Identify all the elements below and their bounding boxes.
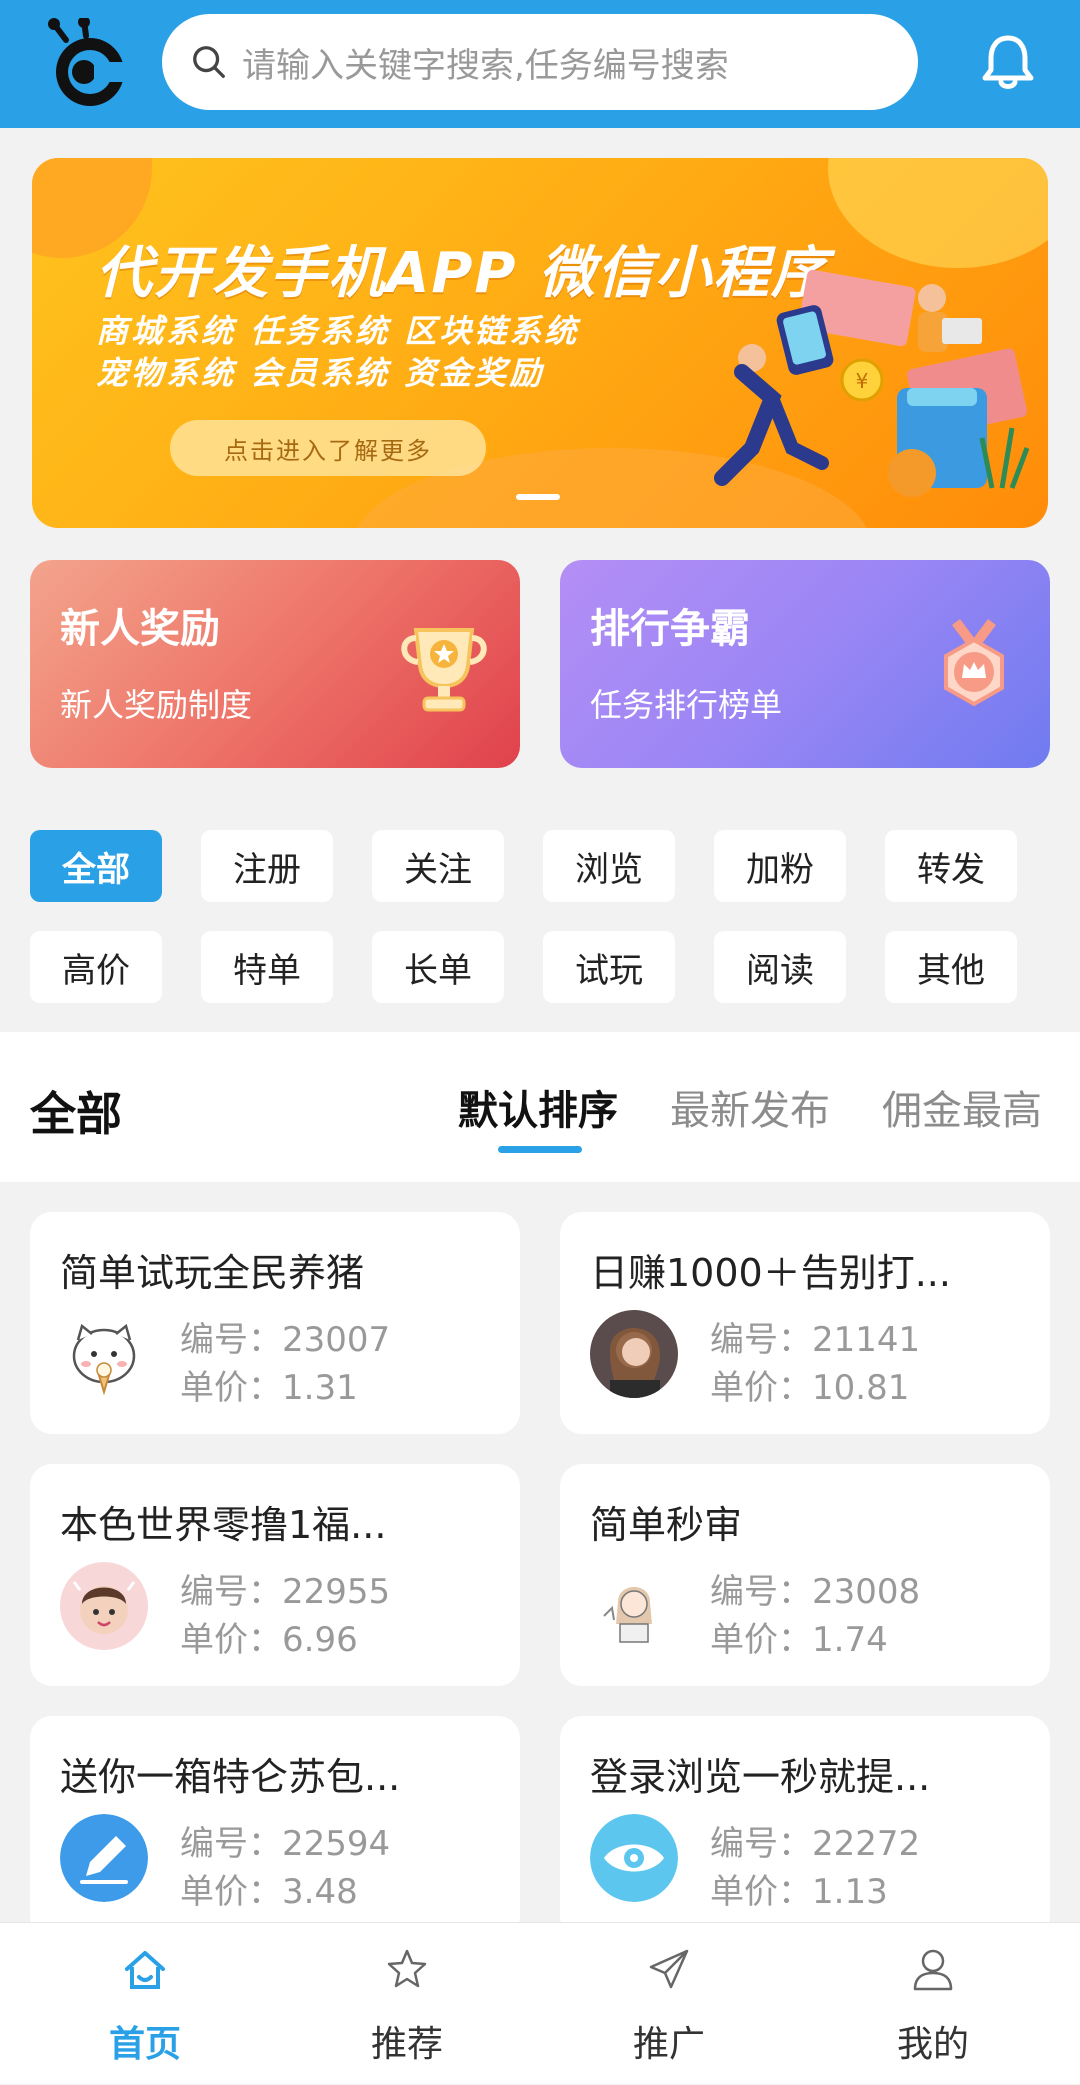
task-id: 编号：23007 xyxy=(180,1320,391,1360)
sort-bar: 全部 默认排序 最新发布 佣金最高 xyxy=(0,1032,1080,1182)
banner-line-2: 宠物系统 会员系统 资金奖励 xyxy=(96,354,545,392)
bottom-nav: 首页 推荐 推广 我的 xyxy=(0,1922,1080,2084)
cat-avatar xyxy=(60,1310,148,1398)
category-chip[interactable]: 全部 xyxy=(30,830,162,902)
category-chip[interactable]: 长单 xyxy=(372,931,504,1003)
banner-line-1: 商城系统 任务系统 区块链系统 xyxy=(96,312,580,350)
category-chip[interactable]: 阅读 xyxy=(714,931,846,1003)
pencil-avatar xyxy=(60,1814,148,1902)
carousel-indicator[interactable] xyxy=(516,494,560,500)
banner-cta-button[interactable]: 点击进入了解更多 xyxy=(170,420,486,476)
promo-title: 新人奖励 xyxy=(60,606,220,652)
task-price: 单价：1.74 xyxy=(710,1620,888,1660)
sketch-avatar xyxy=(590,1562,678,1650)
promo-title: 排行争霸 xyxy=(590,606,750,652)
task-title: 日赚1000＋告别打... xyxy=(590,1251,951,1295)
task-id: 编号：21141 xyxy=(710,1320,921,1360)
task-card[interactable]: 登录浏览一秒就提... 编号：22272 单价：1.13 xyxy=(560,1716,1050,1938)
sort-tab-default[interactable]: 默认排序 xyxy=(458,1078,618,1136)
task-card[interactable]: 简单秒审 编号：23008 单价：1.74 xyxy=(560,1464,1050,1686)
category-chip[interactable]: 关注 xyxy=(372,830,504,902)
send-icon xyxy=(649,1949,689,1989)
task-title: 简单试玩全民养猪 xyxy=(60,1251,365,1295)
logo-icon[interactable] xyxy=(44,18,134,110)
nav-promote-label: 推广 xyxy=(632,2024,705,2065)
eye-avatar xyxy=(590,1814,678,1902)
category-chip[interactable]: 浏览 xyxy=(543,830,675,902)
task-title: 本色世界零撸1福... xyxy=(60,1503,387,1547)
category-chip[interactable]: 注册 xyxy=(201,830,333,902)
nav-profile[interactable]: 我的 xyxy=(798,1923,1068,2085)
task-id: 编号：22272 xyxy=(710,1824,921,1864)
new-user-reward-card[interactable]: 新人奖励 新人奖励制度 xyxy=(30,560,520,768)
task-price: 单价：1.13 xyxy=(710,1872,888,1912)
nav-home-label: 首页 xyxy=(108,2024,181,2065)
task-price: 单价：6.96 xyxy=(180,1620,358,1660)
star-icon xyxy=(387,1949,427,1988)
category-chip[interactable]: 特单 xyxy=(201,931,333,1003)
task-price: 单价：1.31 xyxy=(180,1368,358,1408)
girl-avatar xyxy=(590,1310,678,1398)
nav-promote[interactable]: 推广 xyxy=(534,1923,804,2085)
svg-text:¥: ¥ xyxy=(856,369,869,393)
task-title: 登录浏览一秒就提... xyxy=(590,1755,931,1799)
category-chip[interactable]: 转发 xyxy=(885,830,1017,902)
baby-avatar xyxy=(60,1562,148,1650)
promo-banner[interactable]: 代开发手机APP 微信小程序 商城系统 任务系统 区块链系统 宠物系统 会员系统… xyxy=(32,158,1048,528)
sort-tab-commission[interactable]: 佣金最高 xyxy=(882,1078,1042,1136)
task-id: 编号：23008 xyxy=(710,1572,921,1612)
search-icon xyxy=(193,46,225,78)
search-placeholder: 请输入关键字搜索,任务编号搜索 xyxy=(242,45,729,86)
home-icon xyxy=(125,1951,165,1989)
task-card[interactable]: 日赚1000＋告别打... 编号：21141 单价：10.81 xyxy=(560,1212,1050,1434)
task-id: 编号：22594 xyxy=(180,1824,391,1864)
task-title: 简单秒审 xyxy=(590,1503,743,1547)
banner-illustration: ¥ xyxy=(714,269,1030,497)
list-heading: 全部 xyxy=(30,1087,122,1141)
promo-subtitle: 新人奖励制度 xyxy=(60,686,253,724)
category-filter: 全部 注册 关注 浏览 加粉 转发 高价 特单 长单 试玩 阅读 其他 xyxy=(0,800,1080,1032)
ranking-card[interactable]: 排行争霸 任务排行榜单 xyxy=(560,560,1050,768)
user-icon xyxy=(913,1949,953,1991)
bell-icon[interactable] xyxy=(980,32,1036,92)
medal-icon xyxy=(944,619,1004,707)
task-id: 编号：22955 xyxy=(180,1572,391,1612)
task-card[interactable]: 送你一箱特仑苏包... 编号：22594 单价：3.48 xyxy=(30,1716,520,1938)
nav-recommend[interactable]: 推荐 xyxy=(272,1923,542,2085)
top-bar: 请输入关键字搜索,任务编号搜索 xyxy=(0,0,1080,128)
nav-profile-label: 我的 xyxy=(896,2024,969,2065)
sort-tab-newest[interactable]: 最新发布 xyxy=(670,1078,830,1136)
category-chip[interactable]: 试玩 xyxy=(543,931,675,1003)
category-chip[interactable]: 高价 xyxy=(30,931,162,1003)
search-input[interactable]: 请输入关键字搜索,任务编号搜索 xyxy=(162,14,918,110)
task-price: 单价：10.81 xyxy=(710,1368,910,1408)
task-card[interactable]: 简单试玩全民养猪 编号：23007 单价：1.31 xyxy=(30,1212,520,1434)
sort-tab-underline xyxy=(498,1146,582,1153)
nav-home[interactable]: 首页 xyxy=(10,1923,280,2085)
task-price: 单价：3.48 xyxy=(180,1872,358,1912)
nav-recommend-label: 推荐 xyxy=(370,2024,443,2065)
task-card[interactable]: 本色世界零撸1福... 编号：22955 单价：6.96 xyxy=(30,1464,520,1686)
category-chip[interactable]: 加粉 xyxy=(714,830,846,902)
category-chip[interactable]: 其他 xyxy=(885,931,1017,1003)
trophy-icon xyxy=(401,628,487,712)
promo-subtitle: 任务排行榜单 xyxy=(590,686,783,724)
task-title: 送你一箱特仑苏包... xyxy=(60,1755,401,1799)
